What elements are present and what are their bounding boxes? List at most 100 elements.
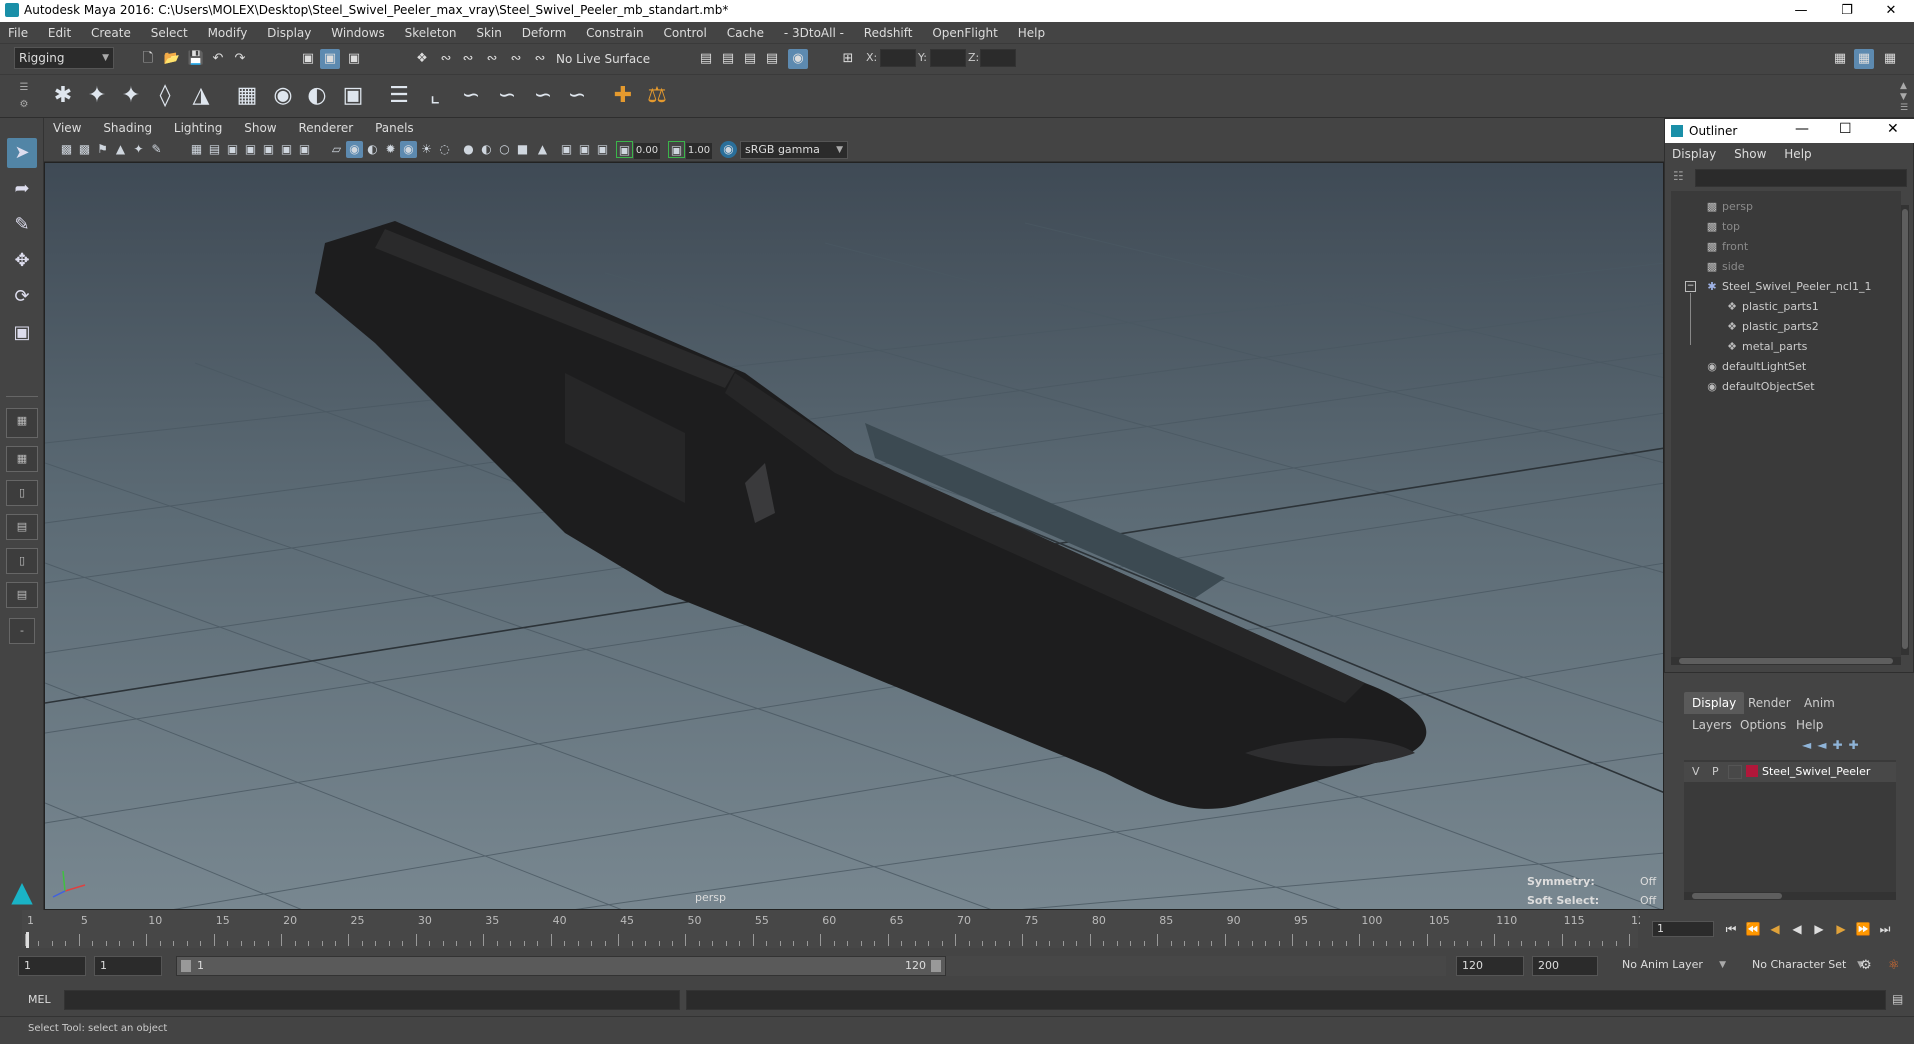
animation-prefs-icon[interactable]: ⚛ xyxy=(1888,958,1900,973)
gamma-field[interactable]: 1.00 xyxy=(686,143,712,159)
snap-point-icon[interactable]: ∾ xyxy=(458,49,478,69)
motion-blur-icon[interactable]: ● xyxy=(460,141,477,158)
viewport-menu-view[interactable]: View xyxy=(44,118,90,138)
persp-graph-layout-icon[interactable]: ▤ xyxy=(6,514,38,540)
select-by-object-icon[interactable]: ▣ xyxy=(320,49,340,69)
shelf-tabs-icon[interactable]: ☰ ⚙ xyxy=(18,79,30,113)
hypershade-layout-icon[interactable]: ▯ xyxy=(6,548,38,574)
smooth-shade-icon[interactable]: ◉ xyxy=(346,141,363,158)
menu-skin[interactable]: Skin xyxy=(468,22,510,44)
new-layer-icon[interactable]: ✚ xyxy=(1832,738,1848,752)
playback-start-field[interactable]: 1 xyxy=(94,956,162,976)
menu-skeleton[interactable]: Skeleton xyxy=(397,22,465,44)
save-scene-icon[interactable]: 💾 xyxy=(186,49,206,69)
snap-surface-icon[interactable]: ∾ xyxy=(506,49,526,69)
viewport-menu-lighting[interactable]: Lighting xyxy=(165,118,232,138)
step-back-frame-icon[interactable]: ◀ xyxy=(1766,921,1784,937)
gate-mask-icon[interactable]: ▣ xyxy=(242,141,259,158)
textured-icon[interactable]: ✹ xyxy=(382,141,399,158)
transform-mode-icon[interactable]: ⊞ xyxy=(838,49,858,69)
outliner-item-top[interactable]: ▩ top xyxy=(1705,217,1740,237)
menu-help[interactable]: Help xyxy=(1010,22,1053,44)
snap-view-icon[interactable]: ∾ xyxy=(482,49,502,69)
outliner-item-default-object-set[interactable]: ◉ defaultObjectSet xyxy=(1705,377,1814,397)
wire-icon[interactable]: ▣ xyxy=(338,81,368,111)
wrap-icon[interactable]: ◐ xyxy=(302,81,332,111)
select-by-component-icon[interactable]: ▣ xyxy=(344,49,364,69)
snap-grid-icon[interactable]: ❖ xyxy=(412,49,432,69)
restore-button[interactable]: ❐ xyxy=(1824,0,1870,22)
animation-end-field[interactable]: 200 xyxy=(1532,956,1598,976)
current-time-indicator[interactable] xyxy=(26,932,29,948)
shelf-scroll-icon[interactable]: ▲ ▼ ☰ xyxy=(1900,81,1908,114)
command-language-label[interactable]: MEL xyxy=(28,993,51,1006)
insert-joint-icon[interactable]: ◊ xyxy=(150,81,180,111)
outliner-item-side[interactable]: ▩ side xyxy=(1705,257,1745,277)
outliner-menu-help[interactable]: Help xyxy=(1777,143,1818,165)
menu-constrain[interactable]: Constrain xyxy=(578,22,652,44)
close-button[interactable]: ✕ xyxy=(1868,0,1914,22)
ipr-render-icon[interactable]: ▤ xyxy=(740,49,760,69)
outliner-item-default-light-set[interactable]: ◉ defaultLightSet xyxy=(1705,357,1806,377)
outliner-vertical-scrollbar[interactable] xyxy=(1901,205,1909,655)
menu-openflight[interactable]: OpenFlight xyxy=(924,22,1006,44)
render-frame-icon[interactable]: ▤ xyxy=(718,49,738,69)
select-tool-icon[interactable]: ➤ xyxy=(7,138,37,168)
open-scene-icon[interactable]: 📂 xyxy=(162,49,182,69)
time-slider[interactable]: 1 5 10 15 20 25 30 35 40 45 50 55 60 65 70 75 80 85 90 95 10… xyxy=(22,910,1652,948)
grease-pencil-icon[interactable]: ✎ xyxy=(148,141,165,158)
play-backwards-icon[interactable]: ◀ xyxy=(1788,921,1806,937)
xray-icon[interactable]: ▲ xyxy=(534,141,551,158)
outliner-horizontal-scrollbar[interactable] xyxy=(1671,657,1901,665)
joint-tool-icon[interactable]: ✱ xyxy=(48,81,78,111)
outliner-item-metal-parts[interactable]: ❖ metal_parts xyxy=(1725,337,1807,357)
menu-set-dropdown[interactable]: Rigging ▼ xyxy=(14,47,114,69)
layer-color-swatch[interactable] xyxy=(1746,765,1758,777)
xray-components-icon[interactable]: ▣ xyxy=(576,141,593,158)
rotate-tool-icon[interactable]: ⟳ xyxy=(7,282,37,312)
gamma-icon[interactable]: ▣ xyxy=(668,141,685,158)
outliner-item-plastic-parts1[interactable]: ❖ plastic_parts1 xyxy=(1725,297,1819,317)
anti-aliasing-icon[interactable]: ◐ xyxy=(478,141,495,158)
layer-row[interactable]: V P Steel_Swivel_Peeler xyxy=(1684,762,1896,782)
modeling-toolkit-icon[interactable]: ▦ xyxy=(1830,49,1850,69)
range-start-handle[interactable] xyxy=(181,960,191,972)
wireframe-icon[interactable]: ▱ xyxy=(328,141,345,158)
scale-tool-icon[interactable]: ▣ xyxy=(7,318,37,348)
undo-icon[interactable]: ↶ xyxy=(208,49,228,69)
menu-display[interactable]: Display xyxy=(259,22,319,44)
select-camera-icon[interactable]: ▩ xyxy=(58,141,75,158)
2d-pan-zoom-icon[interactable]: ✦ xyxy=(130,141,147,158)
shadows-icon[interactable]: ☀ xyxy=(418,141,435,158)
aim-constraint-icon[interactable]: ∽ xyxy=(528,81,558,111)
safe-action-icon[interactable]: ▣ xyxy=(278,141,295,158)
snap-magnet-icon[interactable]: ∾ xyxy=(530,49,550,69)
custom-layout-icon[interactable]: ▤ xyxy=(6,582,38,608)
attribute-editor-icon[interactable]: ▦ xyxy=(1854,49,1874,69)
view-transform-dropdown[interactable]: sRGB gamma ▼ xyxy=(740,141,848,159)
film-gate-icon[interactable]: ▤ xyxy=(206,141,223,158)
auto-key-icon[interactable]: ⚙ xyxy=(1860,958,1872,973)
range-bar[interactable]: 1 120 xyxy=(176,956,946,976)
lasso-tool-icon[interactable]: ➦ xyxy=(7,174,37,204)
collapse-toggle-icon[interactable]: − xyxy=(1685,281,1696,292)
bookmark-icon[interactable]: ⚑ xyxy=(94,141,111,158)
backface-icon[interactable]: ▣ xyxy=(594,141,611,158)
go-to-start-icon[interactable]: ⏮ xyxy=(1722,921,1740,937)
x-input[interactable] xyxy=(880,49,916,67)
outliner-maximize-button[interactable]: ☐ xyxy=(1839,121,1852,137)
hypershade-icon[interactable]: ▤ xyxy=(762,49,782,69)
menu-3dtoall[interactable]: - 3DtoAll - xyxy=(776,22,852,44)
layer-menu-options[interactable]: Options xyxy=(1740,718,1786,732)
exposure-icon[interactable]: ▣ xyxy=(616,141,633,158)
play-forwards-icon[interactable]: ▶ xyxy=(1810,921,1828,937)
go-to-end-icon[interactable]: ⏭ xyxy=(1876,921,1894,937)
outliner-menu-display[interactable]: Display xyxy=(1665,143,1723,165)
ik-fk-switch-icon[interactable]: ⚖ xyxy=(642,81,672,111)
depth-of-field-icon[interactable]: ○ xyxy=(496,141,513,158)
parent-constraint-icon[interactable]: ⌞ xyxy=(420,81,450,111)
isolate-select-icon[interactable]: ■ xyxy=(514,141,531,158)
xray-joints-icon[interactable]: ▣ xyxy=(558,141,575,158)
render-view-icon[interactable]: ◉ xyxy=(788,49,808,69)
new-layer-from-selected-icon[interactable]: ✚ xyxy=(1849,738,1865,752)
